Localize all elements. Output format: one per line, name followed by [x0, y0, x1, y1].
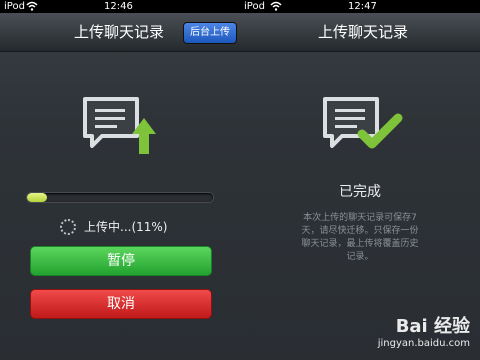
watermark-url: jingyan.baidu.com	[377, 338, 470, 349]
nav-bar: 上传聊天记录	[240, 13, 480, 52]
upload-screen-left: iPod 12:46 上传聊天记录 上传中...(11%) 暂停 取消	[0, 0, 240, 360]
page-title: 上传聊天记录	[74, 23, 165, 41]
page-title: 上传聊天记录	[318, 23, 409, 41]
completion-description: 本次上传的聊天记录可保存7天，请尽快迁移。只保存一份聊天记录，最上传将覆盖历史记…	[301, 213, 419, 262]
status-bar: iPod 12:47	[240, 0, 480, 13]
baidu-watermark: Bai 经验 jingyan.baidu.com	[340, 312, 470, 356]
carrier-label: iPod	[4, 1, 25, 12]
status-bar: iPod 12:46	[0, 0, 240, 13]
spinner-icon	[60, 219, 76, 235]
carrier-label: iPod	[244, 1, 265, 12]
status-time: 12:46	[104, 1, 133, 12]
upload-chat-icon	[82, 96, 164, 164]
chat-done-icon	[322, 96, 406, 164]
upload-progress-bar	[26, 192, 214, 203]
upload-screen-right: iPod 12:47 上传聊天记录 已完成 本次上传的聊天记录可保存7天，请尽快…	[240, 0, 480, 360]
status-time: 12:47	[348, 1, 377, 12]
watermark-logo: Bai 经验	[395, 316, 470, 337]
background-upload-button[interactable]: 后台上传	[183, 22, 237, 44]
cancel-button[interactable]: 取消	[30, 289, 212, 319]
progress-fill	[27, 193, 48, 202]
upload-status-text: 上传中...(11%)	[84, 220, 168, 234]
completed-label: 已完成	[339, 184, 381, 200]
pause-button[interactable]: 暂停	[30, 246, 212, 276]
